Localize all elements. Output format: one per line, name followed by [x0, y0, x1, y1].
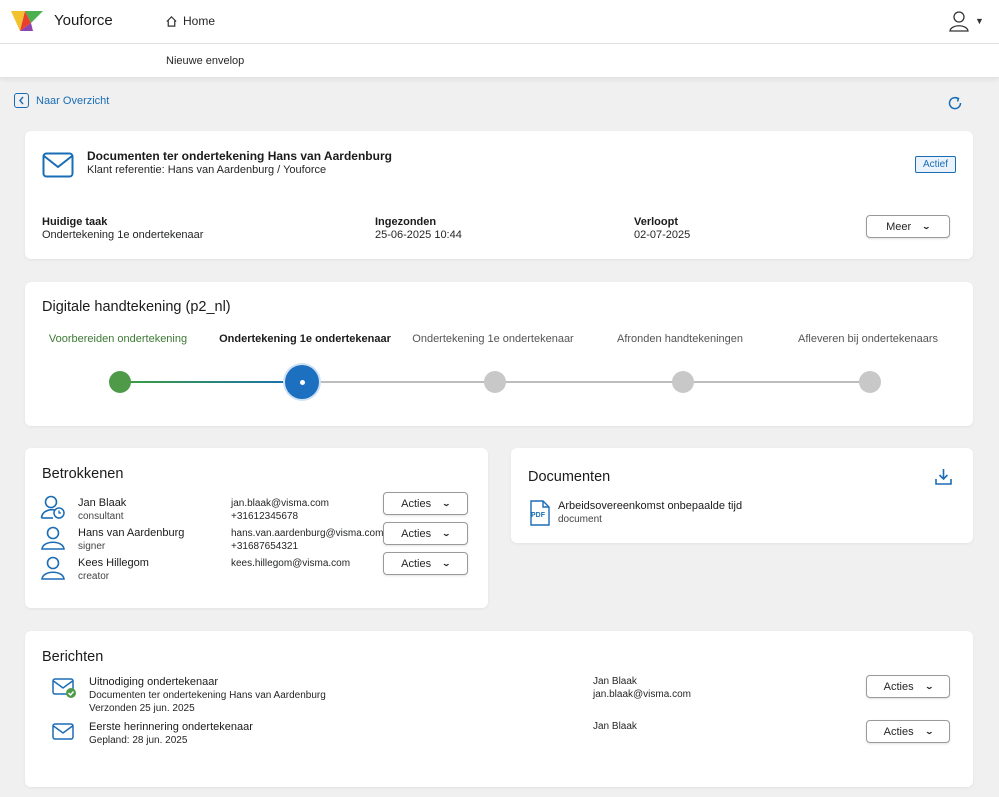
step-dot-pending — [859, 371, 881, 393]
actions-label: Acties — [401, 527, 432, 540]
current-task-value: Ondertekening 1e ondertekenaar — [42, 229, 204, 241]
chevron-down-icon: ⌄ — [924, 727, 934, 736]
user-icon — [41, 556, 65, 580]
download-icon[interactable] — [934, 467, 953, 486]
more-label: Meer — [886, 220, 912, 233]
step-dot-done — [109, 371, 131, 393]
home-icon — [166, 15, 177, 27]
message-status: Gepland: 28 jun. 2025 — [89, 735, 188, 746]
workflow-card: Digitale handtekening (p2_nl) Voorbereid… — [25, 282, 973, 426]
participant-role: creator — [78, 571, 110, 582]
message-subject: Documenten ter ondertekening Hans van Aa… — [89, 690, 326, 701]
document-name[interactable]: Arbeidsovereenkomst onbepaalde tijd — [558, 500, 742, 512]
current-task-label: Huidige taak — [42, 216, 108, 228]
refresh-icon[interactable] — [946, 94, 964, 112]
actions-label: Acties — [401, 557, 432, 570]
participant-name: Jan Blaak — [78, 497, 127, 509]
participant-actions-button[interactable]: Acties ⌄ — [383, 552, 468, 575]
step-label: Ondertekening 1e ondertekenaar — [412, 333, 574, 345]
youforce-logo-icon[interactable] — [11, 9, 43, 33]
step-label: Afleveren bij ondertekenaars — [797, 333, 939, 345]
documents-title: Documenten — [528, 469, 611, 485]
mail-icon — [52, 723, 74, 740]
participant-role: signer — [78, 541, 106, 552]
document-type: document — [558, 514, 602, 525]
message-status: Verzonden 25 jun. 2025 — [89, 703, 195, 714]
participant-email: hans.van.aardenburg@visma.com — [231, 528, 384, 539]
chevron-left-icon — [14, 93, 29, 108]
message-actions-button[interactable]: Acties ⌄ — [866, 675, 950, 698]
actions-label: Acties — [883, 725, 914, 738]
participants-card: Betrokkenen Jan Blaak consultant jan.bla… — [25, 448, 488, 608]
step-dot-active — [285, 365, 319, 399]
participant-phone: +31687654321 — [231, 541, 299, 552]
documents-card: Documenten PDF Arbeidsovereenkomst onbep… — [511, 448, 973, 543]
messages-card: Berichten Uitnodiging ondertekenaar Docu… — [25, 631, 973, 787]
top-navigation-bar: Youforce Home ▼ — [0, 0, 999, 44]
envelope-title: Documenten ter ondertekening Hans van Aa… — [87, 149, 392, 163]
chevron-down-icon: ▼ — [975, 16, 984, 26]
consultant-icon — [40, 495, 65, 519]
user-menu[interactable]: ▼ — [949, 10, 984, 32]
messages-title: Berichten — [42, 649, 104, 665]
envelope-icon — [42, 152, 74, 178]
step-dot-pending — [484, 371, 506, 393]
progress-track-done — [120, 381, 303, 383]
participant-name: Hans van Aardenburg — [78, 527, 185, 539]
pdf-icon-label: PDF — [531, 512, 545, 519]
actions-label: Acties — [401, 497, 432, 510]
message-sender: Jan Blaak — [593, 676, 637, 687]
progress-track-remaining — [303, 381, 871, 383]
chevron-down-icon: ⌄ — [441, 559, 452, 568]
envelope-summary-card: Documenten ter ondertekening Hans van Aa… — [25, 131, 973, 259]
actions-label: Acties — [883, 680, 914, 693]
chevron-down-icon: ⌄ — [441, 529, 452, 538]
brand-name[interactable]: Youforce — [54, 12, 113, 29]
participant-phone: +31612345678 — [231, 511, 299, 522]
message-title: Eerste herinnering ondertekenaar — [89, 721, 253, 733]
sent-value: 25-06-2025 10:44 — [375, 229, 462, 241]
status-badge: Actief — [915, 156, 957, 173]
expires-label: Verloopt — [634, 216, 679, 228]
participant-email: jan.blaak@visma.com — [231, 498, 329, 509]
back-label: Naar Overzicht — [36, 94, 110, 107]
expires-value: 02-07-2025 — [634, 229, 691, 241]
message-title: Uitnodiging ondertekenaar — [89, 676, 219, 688]
user-icon — [949, 11, 969, 32]
participant-name: Kees Hillegom — [78, 557, 149, 569]
participants-title: Betrokkenen — [42, 466, 124, 482]
chevron-down-icon: ⌄ — [441, 499, 452, 508]
user-icon — [41, 526, 65, 550]
step-label: Voorbereiden ondertekening — [48, 333, 188, 345]
chevron-down-icon: ⌄ — [921, 222, 932, 231]
home-label: Home — [183, 14, 216, 28]
participant-email: kees.hillegom@visma.com — [231, 558, 351, 569]
workflow-title: Digitale handtekening (p2_nl) — [42, 299, 231, 315]
client-reference: Klant referentie: Hans van Aardenburg / … — [87, 164, 327, 176]
step-dot-pending — [672, 371, 694, 393]
participant-actions-button[interactable]: Acties ⌄ — [383, 492, 468, 515]
message-actions-button[interactable]: Acties ⌄ — [866, 720, 950, 743]
mail-sent-icon — [52, 678, 76, 698]
step-label: Ondertekening 1e ondertekenaar — [219, 333, 391, 345]
home-link[interactable]: Home — [165, 14, 215, 28]
participant-role: consultant — [78, 511, 124, 522]
more-button[interactable]: Meer ⌄ — [866, 215, 950, 238]
message-sender: Jan Blaak — [593, 721, 637, 732]
step-label: Afronden handtekeningen — [617, 333, 743, 345]
secondary-navigation-bar: Nieuwe envelop — [0, 44, 999, 78]
back-to-overview-link[interactable]: Naar Overzicht — [14, 93, 109, 108]
message-sender-email: jan.blaak@visma.com — [593, 689, 691, 700]
new-envelope-link[interactable]: Nieuwe envelop — [166, 55, 244, 67]
participant-actions-button[interactable]: Acties ⌄ — [383, 522, 468, 545]
sent-label: Ingezonden — [375, 216, 437, 228]
chevron-down-icon: ⌄ — [924, 682, 934, 691]
